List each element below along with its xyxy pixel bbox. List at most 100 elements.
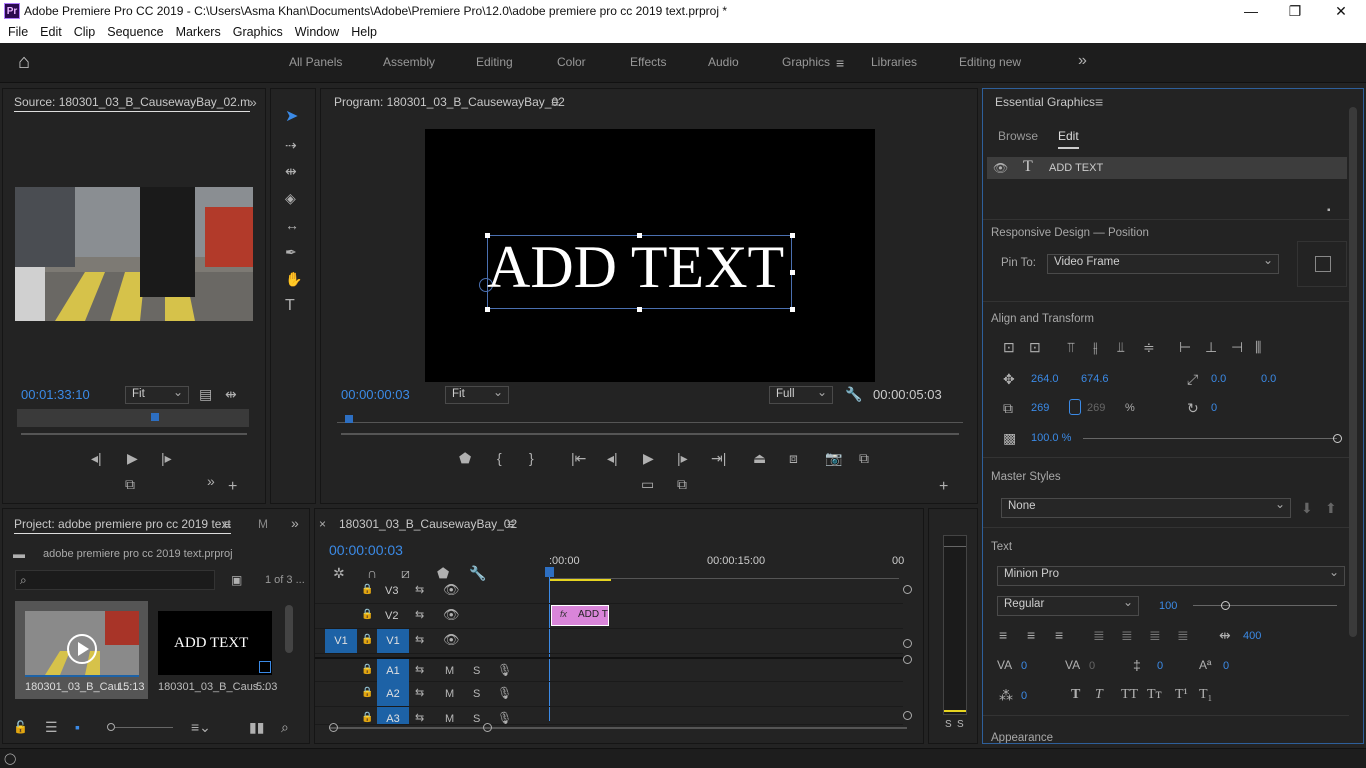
lock-icon[interactable]: 🔓: [13, 719, 28, 735]
sync-lock-icon[interactable]: ⇆: [415, 685, 424, 701]
master-styles-dropdown[interactable]: None: [1001, 497, 1291, 518]
align-text-right-icon[interactable]: ≡: [1055, 627, 1063, 643]
visibility-eye-icon[interactable]: 👁: [993, 160, 1008, 176]
opacity-value[interactable]: 100.0 %: [1031, 432, 1071, 444]
graphic-clip[interactable]: fx ADD T: [551, 605, 609, 626]
workspace-effects[interactable]: Effects: [630, 55, 666, 69]
program-video-frame[interactable]: ADD TEXT: [425, 129, 875, 382]
all-caps-button[interactable]: TT: [1121, 687, 1138, 703]
vr-video-icon[interactable]: ▭: [641, 476, 654, 492]
tracking2-value[interactable]: 0: [1089, 660, 1095, 672]
media-browser-tab[interactable]: M: [258, 517, 268, 531]
panel-menu-icon[interactable]: ≡: [1095, 94, 1103, 110]
tsume-value[interactable]: 0: [1021, 690, 1027, 702]
handle[interactable]: [637, 307, 642, 312]
program-tab[interactable]: Program: 180301_03_B_CausewayBay_02: [334, 95, 565, 109]
workspace-editing-new[interactable]: Editing new: [959, 55, 1021, 69]
razor-tool-icon[interactable]: ◈: [285, 190, 296, 206]
project-item[interactable]: 180301_03_B_Cau... 15:13: [15, 601, 148, 699]
solo-left[interactable]: S: [945, 719, 952, 730]
zoom-slider-handle[interactable]: [107, 723, 115, 731]
justify-all-icon[interactable]: ≣: [1177, 627, 1189, 643]
track-target-v1[interactable]: V1: [377, 629, 409, 653]
pin-to-dropdown[interactable]: Video Frame: [1047, 253, 1279, 274]
font-size-slider-handle[interactable]: [1221, 601, 1230, 610]
position-y[interactable]: 674.6: [1081, 373, 1109, 385]
faux-bold-button[interactable]: T: [1071, 687, 1080, 703]
close-tab-icon[interactable]: ×: [319, 516, 326, 532]
align-top-icon[interactable]: ⫪: [1067, 339, 1075, 355]
leading-value[interactable]: 0: [1157, 660, 1163, 672]
eye-icon[interactable]: 👁: [443, 607, 460, 623]
mute-button[interactable]: M: [445, 688, 454, 700]
align-vertical-center-icon[interactable]: ⊡: [1003, 339, 1015, 355]
source-patch-v1[interactable]: V1: [325, 629, 357, 653]
justify-right-icon[interactable]: ≣: [1149, 627, 1161, 643]
track-target-a3[interactable]: A3: [377, 707, 409, 724]
settings-icon[interactable]: ▤: [199, 386, 212, 402]
go-to-in-icon[interactable]: |⇤: [571, 450, 586, 466]
insert-icon[interactable]: ⧉: [677, 476, 687, 492]
export-frame-icon[interactable]: ⇹: [225, 386, 237, 402]
position-x[interactable]: 264.0: [1031, 373, 1059, 385]
lock-scale-icon[interactable]: [1069, 399, 1081, 415]
step-back-icon[interactable]: ◂|: [607, 450, 618, 466]
workspace-editing[interactable]: Editing: [476, 55, 513, 69]
align-center-icon[interactable]: ⊥: [1205, 339, 1217, 355]
menu-window[interactable]: Window: [289, 23, 345, 42]
export-frame-icon[interactable]: 📷: [825, 450, 842, 466]
maximize-button[interactable]: ❐: [1272, 0, 1318, 23]
zoom-slider[interactable]: [115, 727, 173, 728]
sequence-tab[interactable]: 180301_03_B_CausewayBay_02: [339, 517, 517, 531]
program-quality-dropdown[interactable]: Full: [769, 385, 833, 404]
align-text-left-icon[interactable]: ≡: [999, 627, 1007, 643]
source-tab[interactable]: Source: 180301_03_B_CausewayBay_02.m: [14, 95, 251, 112]
rotation-value[interactable]: 0: [1211, 402, 1217, 414]
eg-title[interactable]: Essential Graphics: [995, 95, 1095, 109]
workspace-audio[interactable]: Audio: [708, 55, 739, 69]
align-horizontal-center-icon[interactable]: ⊡: [1029, 339, 1041, 355]
tracking-value[interactable]: 400: [1243, 630, 1261, 642]
lock-icon[interactable]: 🔒: [361, 710, 373, 724]
menu-edit[interactable]: Edit: [34, 23, 68, 42]
eye-icon[interactable]: 👁: [443, 582, 460, 598]
tab-browse[interactable]: Browse: [998, 129, 1038, 143]
sort-icon[interactable]: ≡⌄: [191, 719, 211, 735]
sync-lock-icon[interactable]: ⇆: [415, 710, 424, 724]
justify-center-icon[interactable]: ≣: [1121, 627, 1133, 643]
tab-edit[interactable]: Edit: [1058, 129, 1079, 149]
distribute-horizontal-icon[interactable]: ⫼: [1255, 339, 1261, 355]
go-to-out-icon[interactable]: ⇥|: [711, 450, 726, 466]
lock-icon[interactable]: 🔒: [361, 632, 373, 648]
hand-tool-icon[interactable]: ✋: [285, 271, 302, 287]
mark-in-icon[interactable]: {: [497, 450, 502, 466]
menu-sequence[interactable]: Sequence: [101, 23, 169, 42]
subscript-button[interactable]: T₁: [1199, 687, 1212, 703]
project-tab[interactable]: Project: adobe premiere pro cc 2019 text: [14, 517, 231, 534]
wrench-icon[interactable]: 🔧: [845, 386, 862, 402]
automate-icon[interactable]: ▮▮: [249, 719, 264, 735]
add-button-icon[interactable]: +: [939, 479, 948, 495]
program-playhead[interactable]: [345, 415, 353, 423]
eye-icon[interactable]: 👁: [443, 632, 460, 648]
new-layer-icon[interactable]: ▪: [1327, 203, 1331, 219]
find-icon[interactable]: ⌕: [281, 719, 289, 735]
vscroll-handle[interactable]: [903, 711, 912, 720]
baseline-value[interactable]: 0: [1223, 660, 1229, 672]
program-zoom-bar[interactable]: [341, 433, 959, 435]
more-buttons-icon[interactable]: »: [207, 473, 215, 489]
pen-tool-icon[interactable]: ✒: [285, 244, 297, 260]
anchor-x[interactable]: 0.0: [1211, 373, 1226, 385]
sync-lock-icon[interactable]: ⇆: [415, 582, 424, 598]
workspace-assembly[interactable]: Assembly: [383, 55, 435, 69]
font-dropdown[interactable]: Minion Pro: [997, 565, 1345, 586]
vscroll-handle[interactable]: [903, 655, 912, 664]
sync-lock-icon[interactable]: ⇆: [415, 632, 424, 648]
menu-clip[interactable]: Clip: [68, 23, 102, 42]
list-view-icon[interactable]: ☰: [45, 719, 58, 735]
anchor-y[interactable]: 0.0: [1261, 373, 1276, 385]
align-middle-icon[interactable]: ⫲: [1093, 339, 1098, 355]
align-text-center-icon[interactable]: ≡: [1027, 627, 1035, 643]
workspace-libraries[interactable]: Libraries: [871, 55, 917, 69]
add-button-icon[interactable]: +: [228, 479, 237, 495]
